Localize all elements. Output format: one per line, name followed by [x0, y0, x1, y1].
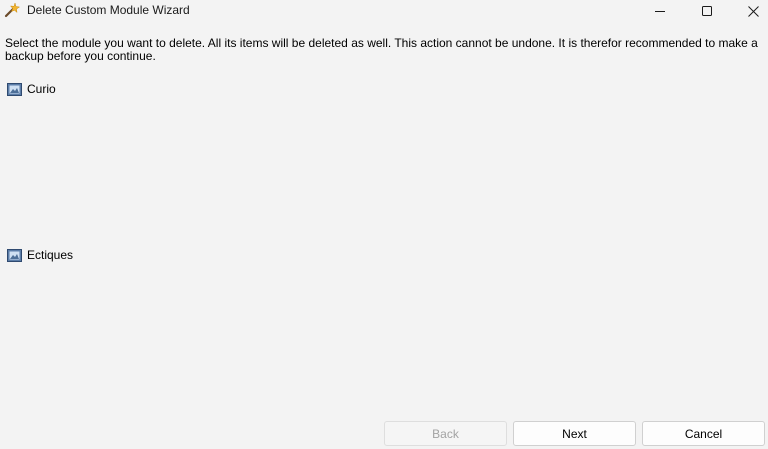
- instructions-text: Select the module you want to delete. Al…: [5, 36, 758, 63]
- module-item-curio[interactable]: Curio: [7, 81, 56, 97]
- close-button[interactable]: [730, 0, 768, 22]
- window-title: Delete Custom Module Wizard: [27, 3, 190, 17]
- module-item-ectiques[interactable]: Ectiques: [7, 247, 73, 263]
- cancel-button[interactable]: Cancel: [642, 421, 765, 446]
- minimize-icon: [655, 6, 665, 16]
- module-icon: [7, 248, 27, 262]
- back-button[interactable]: Back: [384, 421, 507, 446]
- wizard-window: Delete Custom Module Wizard Select the m…: [0, 0, 768, 449]
- module-label: Ectiques: [27, 248, 74, 262]
- module-icon: [7, 82, 27, 96]
- maximize-button[interactable]: [684, 0, 730, 22]
- next-button[interactable]: Next: [513, 421, 636, 446]
- maximize-icon: [702, 6, 712, 16]
- close-icon: [747, 5, 759, 17]
- magic-wand-icon: [4, 2, 21, 18]
- minimize-button[interactable]: [637, 0, 683, 22]
- module-label: Curio: [27, 82, 56, 96]
- title-bar[interactable]: Delete Custom Module Wizard: [0, 0, 768, 22]
